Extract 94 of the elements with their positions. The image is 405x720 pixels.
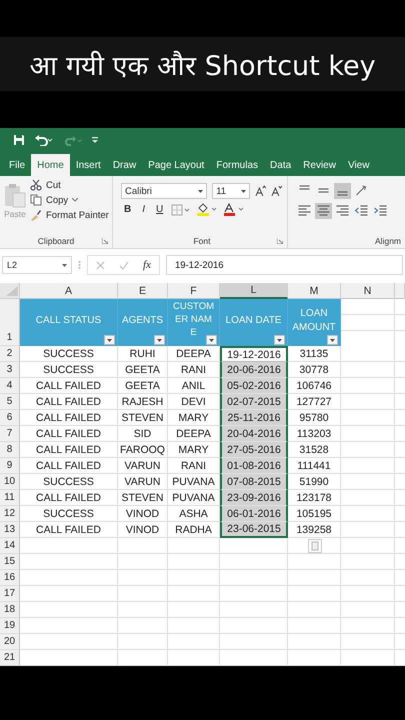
fill-color-icon[interactable] [196, 203, 218, 216]
row-header[interactable]: 7 [0, 426, 20, 442]
column-header[interactable]: M [288, 283, 341, 299]
row-header[interactable]: 19 [0, 618, 20, 634]
increase-font-icon[interactable] [254, 185, 266, 197]
copy-button[interactable]: Copy [46, 194, 68, 206]
copy-icon[interactable] [30, 194, 42, 206]
filter-dropdown-icon[interactable] [327, 335, 338, 345]
formula-field[interactable]: 19-12-2016 [166, 255, 403, 275]
format-painter-button[interactable]: Format Painter [46, 210, 109, 220]
filter-dropdown-icon[interactable] [154, 335, 165, 345]
align-icon[interactable] [315, 203, 332, 219]
name-box[interactable]: L2 [2, 256, 72, 274]
filter-dropdown-icon[interactable] [274, 335, 285, 345]
ribbon-tab[interactable]: Draw [106, 154, 142, 176]
table-cell: 20-06-2016 [220, 362, 288, 378]
table-cell: 06-01-2016 [220, 506, 288, 522]
column-header[interactable]: F [168, 283, 220, 299]
borders-icon[interactable] [171, 204, 192, 216]
group-label: Clipboard [38, 236, 74, 246]
filter-dropdown-icon[interactable] [104, 335, 115, 345]
underline-button[interactable]: U [153, 204, 166, 215]
ribbon-tab[interactable]: File [3, 154, 32, 176]
table-cell: 20-04-2016 [220, 426, 288, 442]
table-cell: 25-11-2016 [220, 410, 288, 426]
row-header[interactable]: 13 [0, 522, 20, 538]
dropdown-icon[interactable] [62, 264, 67, 266]
table-cell: 02-07-2015 [220, 394, 288, 410]
row-header[interactable]: 9 [0, 458, 20, 474]
brush-icon[interactable] [30, 209, 42, 221]
font-size-field[interactable]: 11 [212, 183, 250, 199]
group-label: Font [193, 236, 210, 246]
italic-button[interactable]: I [139, 204, 148, 215]
table-cell: 23-06-2015 [220, 522, 288, 538]
table-cell: 27-05-2016 [220, 442, 288, 458]
table-cell: 23-09-2016 [220, 490, 288, 506]
table-cell: 05-02-2016 [220, 378, 288, 394]
dialog-launcher-icon[interactable] [277, 238, 283, 244]
column-header[interactable]: E [118, 283, 168, 299]
ribbon-tab[interactable]: Insert [70, 154, 107, 176]
column-header[interactable]: A [20, 283, 118, 299]
row-header[interactable]: 2 [0, 346, 20, 362]
ribbon-tab[interactable]: Home [31, 154, 70, 176]
ribbon-tab[interactable]: Review [297, 154, 342, 176]
row-header[interactable]: 3 [0, 362, 20, 378]
ribbon-tab[interactable]: View [342, 154, 376, 176]
check-icon[interactable] [119, 260, 129, 270]
ribbon-tab[interactable]: Page Layout [142, 154, 210, 176]
cut-button[interactable]: Cut [46, 180, 61, 190]
ribbon-tab[interactable]: Formulas [210, 154, 264, 176]
row-header[interactable]: 17 [0, 586, 20, 602]
dialog-launcher-icon[interactable] [102, 238, 108, 244]
video-title: आ गयी एक और Shortcut key [29, 50, 376, 82]
ribbon-tab[interactable]: Data [264, 154, 298, 176]
customize-icon[interactable] [92, 136, 98, 144]
table-cell: 19-12-2016 [220, 346, 288, 362]
row-header[interactable]: 12 [0, 506, 20, 522]
row-header[interactable]: 21 [0, 650, 20, 666]
filter-dropdown-icon[interactable] [206, 335, 217, 345]
table-cell: 01-08-2016 [220, 458, 288, 474]
row-header[interactable]: 6 [0, 410, 20, 426]
grip-icon [78, 260, 81, 270]
row-header[interactable]: 10 [0, 474, 20, 490]
row-header[interactable]: 1 [0, 299, 20, 346]
column-header[interactable]: N [341, 283, 395, 299]
row-header[interactable]: 18 [0, 602, 20, 618]
header-cell: AGENTS [118, 299, 168, 346]
align-icon[interactable] [334, 183, 351, 199]
font-color-icon[interactable] [223, 203, 246, 216]
row-header[interactable]: 4 [0, 378, 20, 394]
bold-button[interactable]: B [121, 204, 134, 215]
undo-icon[interactable] [34, 134, 54, 146]
insert-function-button[interactable]: fx [143, 259, 151, 271]
row-header[interactable]: 11 [0, 490, 20, 506]
header-cell: CUSTOMER NAME [168, 299, 220, 346]
save-icon[interactable] [13, 134, 25, 146]
row-header[interactable]: 16 [0, 570, 20, 586]
dropdown-icon[interactable] [72, 198, 78, 202]
row-header[interactable]: 14 [0, 538, 20, 554]
table-cell: 07-08-2015 [220, 474, 288, 490]
row-header[interactable]: 15 [0, 554, 20, 570]
row-header[interactable]: 5 [0, 394, 20, 410]
dropdown-icon[interactable] [198, 190, 204, 192]
row-header[interactable]: 20 [0, 634, 20, 650]
group-label: Alignm [375, 236, 401, 246]
header-cell: LOAN DATE [220, 299, 288, 346]
column-header[interactable]: L [220, 283, 288, 299]
scissors-icon[interactable] [30, 179, 42, 191]
header-cell: CALL STATUS [20, 299, 118, 346]
font-family-field[interactable]: Calibri [121, 183, 208, 199]
dropdown-icon[interactable] [240, 190, 246, 192]
decrease-font-icon[interactable] [271, 185, 283, 197]
header-cell: LOAN AMOUNT [288, 299, 341, 346]
row-header[interactable]: 8 [0, 442, 20, 458]
